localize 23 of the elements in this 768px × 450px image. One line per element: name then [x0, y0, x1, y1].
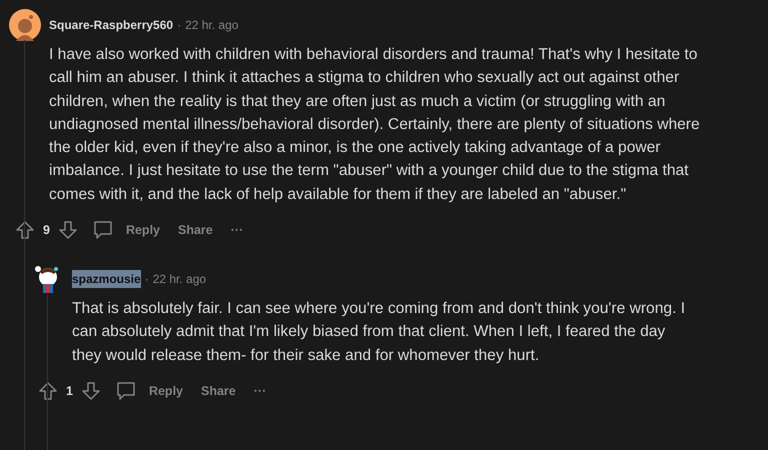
comment-text: That is absolutely fair. I can see where you're coming from and don't think you're wrong. I can absolutely admit that I'm likely biased from that client. When I left, I feared the day they would release them- for their sake and for whomever they hurt.	[72, 299, 686, 366]
upvote-icon[interactable]	[15, 220, 35, 240]
more-button[interactable]: ···	[224, 219, 250, 242]
upvote-icon[interactable]	[38, 380, 58, 401]
share-button[interactable]: Share	[172, 219, 219, 242]
vote-count: 1	[66, 384, 73, 398]
share-button[interactable]: Share	[195, 380, 242, 402]
reply-button[interactable]: Reply	[142, 380, 189, 402]
more-button[interactable]: ···	[248, 380, 272, 402]
timestamp: 22 hr. ago	[185, 18, 238, 32]
reply-button[interactable]: Reply	[120, 219, 166, 242]
downvote-icon[interactable]	[80, 380, 101, 401]
vote-count: 9	[43, 223, 50, 238]
comment-text: I have also worked with children with behavioral disorders and trauma! That's why I hesitate to call him an abuser. I think it attaches a stigma to children who sexually act out against other children, when the reality is that they are often just as much a victim (or struggling with an undiagnosed mental illness/behavioral disorder). Certainly, there are plenty of situations where the older kid, even if they're also a minor, is the one actively taking advantage of a power imbalance. I just hesitate to use the term "abuser" with a younger child due to the stigma that comes with it, and the lack of help available for them if they are labeled an "abuser."	[49, 45, 701, 205]
username[interactable]: spazmousie	[72, 270, 141, 288]
separator-dot: ·	[144, 272, 149, 286]
avatar	[9, 9, 41, 41]
username[interactable]: Square-Raspberry560	[49, 16, 174, 34]
separator-dot: ·	[177, 18, 182, 32]
timestamp: 22 hr. ago	[152, 272, 206, 286]
downvote-icon[interactable]	[58, 220, 78, 240]
comment-icon[interactable]	[92, 219, 114, 242]
comment-icon[interactable]	[114, 380, 137, 402]
